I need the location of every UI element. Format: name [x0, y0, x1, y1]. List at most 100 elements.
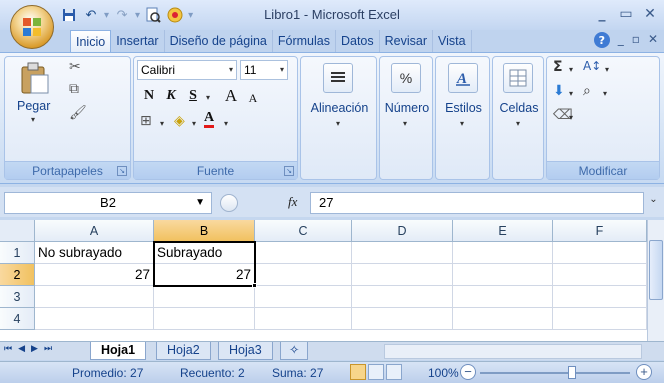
tab-revisar[interactable]: Revisar [380, 30, 433, 52]
column-header-e[interactable]: E [453, 220, 553, 242]
font-size-combo[interactable]: 11 ▾ [240, 60, 288, 80]
cut-icon[interactable]: ✂ [69, 59, 81, 75]
expand-formula-bar-icon[interactable]: ⌄ [646, 194, 661, 212]
select-all-corner[interactable] [0, 220, 35, 242]
tab-vista[interactable]: Vista [433, 30, 472, 52]
workbook-close-icon[interactable]: ✕ [648, 32, 658, 48]
cell-a2[interactable]: 27 [35, 264, 154, 286]
next-sheet-icon[interactable]: ▶ [31, 344, 38, 354]
formula-input[interactable]: 27 [310, 192, 644, 214]
cell-a1[interactable]: No subrayado [35, 242, 154, 264]
cell-e1[interactable] [453, 242, 553, 264]
cells-icon[interactable] [503, 63, 533, 93]
cell-c1[interactable] [255, 242, 352, 264]
number-format-icon[interactable]: % [391, 63, 421, 93]
cell-a4[interactable] [35, 308, 154, 330]
find-select-dropdown-icon[interactable]: ▾ [603, 89, 607, 98]
cell-b4[interactable] [154, 308, 255, 330]
normal-view-icon[interactable] [350, 364, 366, 380]
cells-label[interactable]: Celdas [493, 101, 545, 115]
sort-filter-icon[interactable]: A↕ [583, 59, 601, 73]
italic-button[interactable]: K [160, 85, 182, 107]
alignment-label[interactable]: Alineación [301, 101, 378, 115]
clipboard-launcher-icon[interactable]: ↘ [117, 166, 127, 176]
name-box[interactable]: B2 ▼ [4, 192, 212, 214]
cells-dropdown-icon[interactable]: ▾ [516, 119, 520, 128]
cell-c3[interactable] [255, 286, 352, 308]
workbook-minimize-icon[interactable]: _ [618, 32, 624, 48]
column-header-f[interactable]: F [553, 220, 647, 242]
zoom-level[interactable]: 100% [428, 366, 459, 380]
vertical-scroll-thumb[interactable] [649, 240, 663, 300]
font-color-dropdown-icon[interactable]: ▾ [224, 119, 228, 128]
number-label[interactable]: Número [380, 101, 434, 115]
sheet-tab-hoja1[interactable]: Hoja1 [90, 342, 147, 360]
page-break-view-icon[interactable] [386, 364, 402, 380]
font-color-icon[interactable]: A [204, 111, 215, 128]
tab-insertar[interactable]: Insertar [111, 30, 165, 52]
font-launcher-icon[interactable]: ↘ [284, 166, 294, 176]
row-header-1[interactable]: 1 [0, 242, 35, 264]
cancel-entry-icon[interactable] [220, 194, 238, 212]
paste-label[interactable]: Pegar [17, 99, 50, 113]
copy-icon[interactable]: ⧉ [69, 81, 79, 97]
name-box-dropdown-icon[interactable]: ▼ [195, 193, 205, 213]
paste-dropdown-icon[interactable]: ▾ [31, 115, 35, 124]
styles-label[interactable]: Estilos [436, 101, 491, 115]
cell-d1[interactable] [352, 242, 453, 264]
insert-sheet-icon[interactable]: ✧ [280, 342, 309, 360]
cell-b3[interactable] [154, 286, 255, 308]
column-header-c[interactable]: C [255, 220, 352, 242]
column-header-a[interactable]: A [35, 220, 154, 242]
cell-f3[interactable] [553, 286, 647, 308]
cell-e3[interactable] [453, 286, 553, 308]
row-header-3[interactable]: 3 [0, 286, 35, 308]
shrink-font-button[interactable]: A [242, 87, 264, 109]
zoom-out-icon[interactable]: − [460, 364, 476, 380]
fill-handle[interactable] [252, 283, 257, 288]
grow-font-button[interactable]: A [220, 85, 242, 107]
find-select-icon[interactable]: ⌕ [583, 83, 591, 99]
column-header-b[interactable]: B [154, 220, 255, 242]
sort-filter-dropdown-icon[interactable]: ▾ [605, 65, 609, 74]
row-header-2[interactable]: 2 [0, 264, 35, 286]
paste-icon[interactable] [19, 61, 51, 95]
cell-c2[interactable] [255, 264, 352, 286]
font-name-combo[interactable]: Calibri ▾ [137, 60, 237, 80]
zoom-slider[interactable] [480, 372, 630, 374]
cell-b1[interactable]: Subrayado [154, 242, 255, 264]
cell-c4[interactable] [255, 308, 352, 330]
fill-icon[interactable]: ⬇ [553, 83, 565, 99]
tab-diseno-pagina[interactable]: Diseño de página [165, 30, 273, 52]
borders-icon[interactable]: ⊞ [140, 113, 152, 129]
cell-d4[interactable] [352, 308, 453, 330]
tab-datos[interactable]: Datos [336, 30, 380, 52]
sheet-tab-hoja3[interactable]: Hoja3 [218, 342, 273, 360]
alignment-icon[interactable] [323, 63, 353, 93]
format-painter-icon[interactable]: 🖌 [69, 105, 87, 121]
zoom-in-icon[interactable]: + [636, 364, 652, 380]
fill-dropdown-icon[interactable]: ▾ [569, 89, 573, 98]
bold-button[interactable]: N [138, 85, 160, 107]
close-icon[interactable]: ✕ [638, 3, 662, 25]
minimize-icon[interactable]: _ [590, 3, 614, 25]
prev-sheet-icon[interactable]: ◀ [18, 344, 25, 354]
office-button[interactable] [10, 5, 54, 49]
horizontal-scrollbar[interactable] [384, 344, 642, 359]
alignment-dropdown-icon[interactable]: ▾ [336, 119, 340, 128]
tab-formulas[interactable]: Fórmulas [273, 30, 336, 52]
page-layout-view-icon[interactable] [368, 364, 384, 380]
help-button-icon[interactable]: ? [593, 32, 610, 48]
fill-color-dropdown-icon[interactable]: ▾ [192, 119, 196, 128]
font-name-dropdown-icon[interactable]: ▾ [229, 61, 233, 79]
styles-icon[interactable]: A [448, 63, 478, 93]
last-sheet-icon[interactable]: ⏭ [44, 344, 52, 354]
sheet-tab-hoja2[interactable]: Hoja2 [156, 342, 211, 360]
cell-f4[interactable] [553, 308, 647, 330]
number-dropdown-icon[interactable]: ▾ [403, 119, 407, 128]
cell-f1[interactable] [553, 242, 647, 264]
cell-e4[interactable] [453, 308, 553, 330]
fill-color-icon[interactable]: ◈ [174, 113, 185, 129]
borders-dropdown-icon[interactable]: ▾ [160, 119, 164, 128]
row-header-4[interactable]: 4 [0, 308, 35, 330]
